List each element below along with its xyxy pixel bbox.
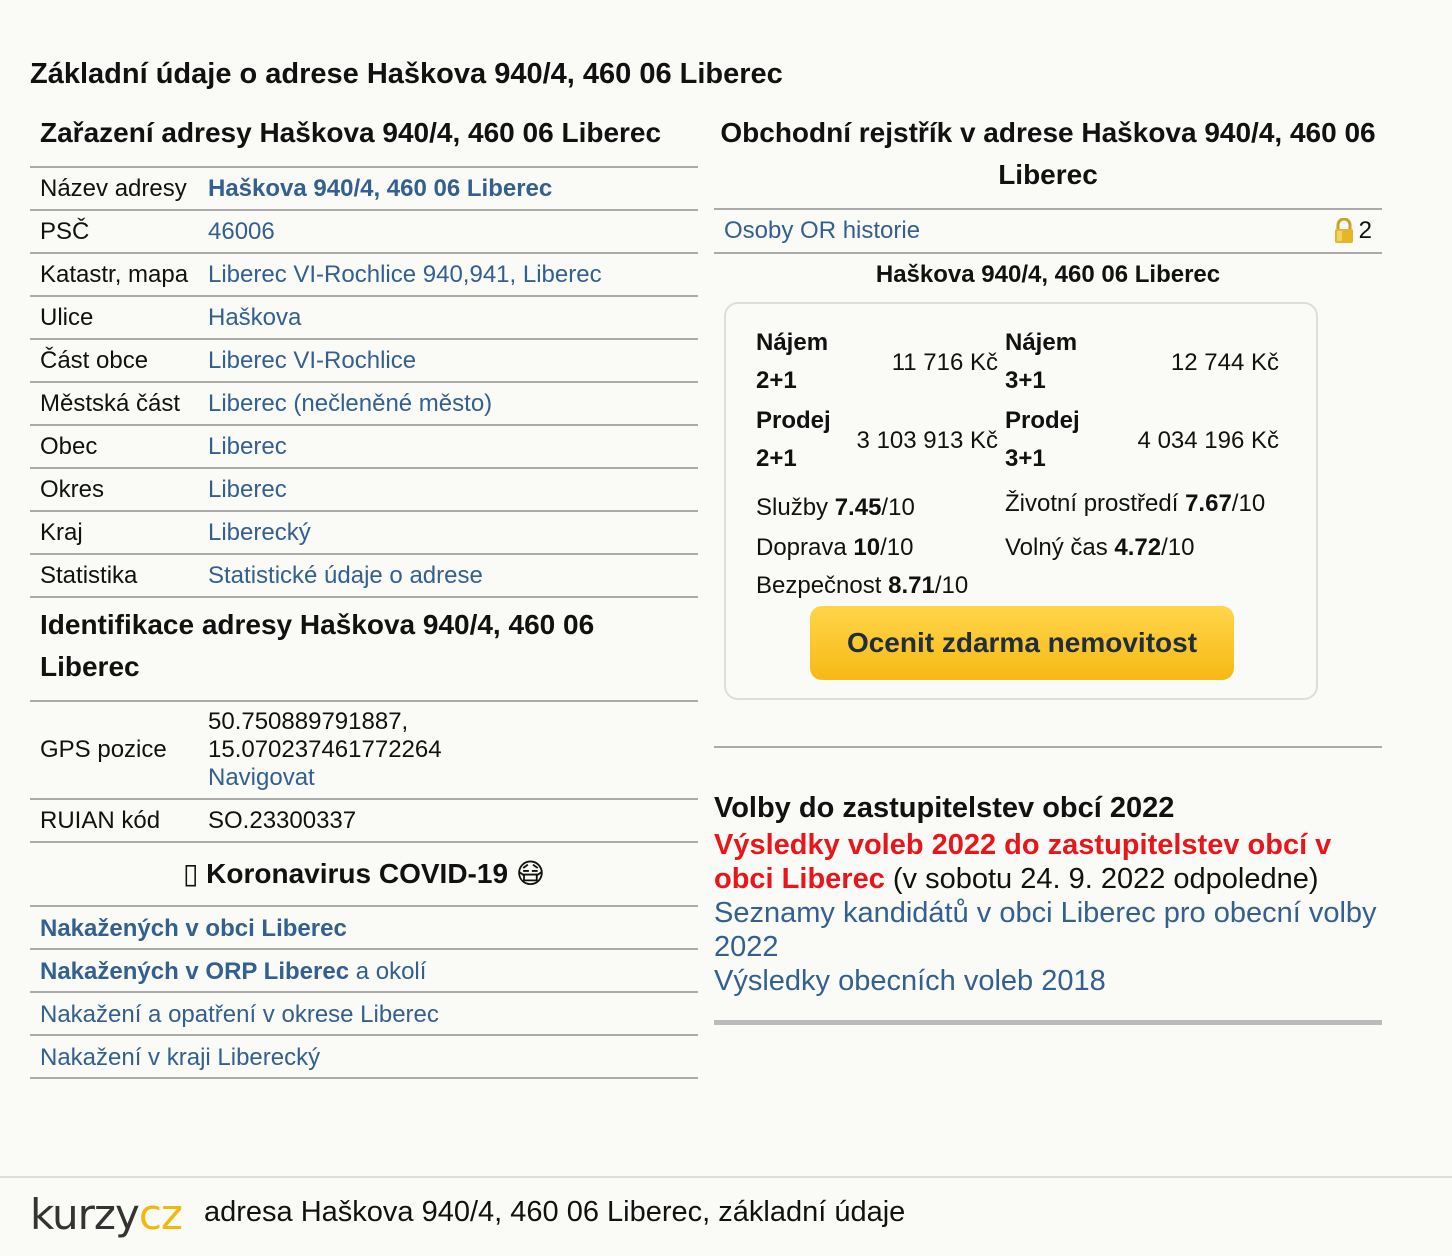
row-key: PSČ	[30, 209, 208, 253]
gps-lon: 15.070237461772264	[208, 736, 442, 763]
volby-2018-link[interactable]: Výsledky obecních voleb 2018	[714, 965, 1106, 997]
obchodni-title: Obchodní rejstřík v adrese Haškova 940/4…	[720, 117, 1376, 190]
row-key: Ulice	[30, 295, 208, 339]
volby-results: Výsledky voleb 2022 do zastupitelstev ob…	[714, 828, 1382, 896]
gps-key: GPS pozice	[30, 700, 208, 799]
prodej-31: Prodej 3+1	[1005, 402, 1080, 478]
covid-orp-link[interactable]: Nakažených v ORP Liberec	[40, 958, 349, 985]
kurzy-logo[interactable]: kurzycz	[30, 1190, 183, 1239]
najem-31-value: 12 744 Kč	[1170, 349, 1279, 376]
table-row: Městská část Liberec (nečleněné město)	[30, 381, 698, 425]
page-title: Základní údaje o adrese Haškova 940/4, 4…	[30, 58, 783, 90]
ocenit-button[interactable]: Ocenit zdarma nemovitost	[810, 606, 1234, 680]
cast-obce-link[interactable]: Liberec VI-Rochlice	[208, 347, 416, 374]
ruian-value: SO.23300337	[208, 798, 698, 843]
prodej-21-value: 3 103 913 Kč	[856, 427, 998, 454]
volby-note: (v sobotu 24. 9. 2022 odpoledne)	[884, 863, 1319, 895]
lock-badge[interactable]: 2	[1333, 217, 1372, 245]
row-key: Kraj	[30, 510, 208, 554]
footer: kurzycz adresa Haškova 940/4, 460 06 Lib…	[0, 1176, 1452, 1256]
gps-lat: 50.750889791887,	[208, 708, 409, 735]
price-box: Nájem 2+1 11 716 Kč Nájem 3+1 12 744 Kč …	[724, 302, 1318, 700]
lock-icon	[1334, 218, 1353, 243]
najem-21-value: 11 716 Kč	[891, 349, 998, 376]
footer-text: adresa Haškova 940/4, 460 06 Liberec, zá…	[204, 1196, 906, 1228]
mask-face-icon: 😷	[515, 857, 546, 890]
divider	[714, 1020, 1382, 1025]
right-column: Obchodní rejstřík v adrese Haškova 940/4…	[714, 112, 1382, 1025]
volby-section: Volby do zastupitelstev obcí 2022 Výsled…	[714, 788, 1382, 998]
row-key: Okres	[30, 467, 208, 511]
osoby-or-link[interactable]: Osoby OR historie	[724, 217, 920, 245]
or-address: Haškova 940/4, 460 06 Liberec	[875, 261, 1221, 288]
score-sluzby: Služby 7.45/10	[756, 494, 915, 521]
row-key: Statistika	[30, 553, 208, 598]
address-name-link[interactable]: Haškova 940/4, 460 06 Liberec	[208, 175, 552, 202]
table-row: GPS pozice 50.750889791887, 15.070237461…	[30, 700, 698, 799]
row-key: Obec	[30, 424, 208, 468]
price-label: Prodej	[1005, 407, 1080, 434]
table-row: Kraj Liberecký	[30, 510, 698, 554]
covid-title-text: Koronavirus COVID-19	[206, 858, 509, 889]
table-row: RUIAN kód SO.23300337	[30, 798, 698, 843]
table-row: Část obce Liberec VI-Rochlice	[30, 338, 698, 382]
price-label: 3+1	[1005, 367, 1046, 394]
table-row: Okres Liberec	[30, 467, 698, 511]
katastr-link[interactable]: Liberec VI-Rochlice 940,941, Liberec	[208, 261, 602, 288]
obec-link[interactable]: Liberec	[208, 433, 287, 460]
score-volny: Volný čas 4.72/10	[1005, 534, 1195, 561]
price-label: 3+1	[1005, 445, 1046, 472]
table-row: Katastr, mapa Liberec VI-Rochlice 940,94…	[30, 252, 698, 296]
mestska-cast-link[interactable]: Liberec (nečleněné město)	[208, 390, 492, 417]
score-bezpecnost: Bezpečnost 8.71/10	[756, 572, 969, 599]
covid-links: Nakažených v obci Liberec Nakažených v O…	[30, 905, 698, 1079]
covid-orp-rest-link[interactable]: a okolí	[349, 958, 427, 985]
list-item: Nakažených v obci Liberec	[30, 907, 698, 950]
table-row: Ulice Haškova	[30, 295, 698, 339]
ruian-key: RUIAN kód	[30, 798, 208, 843]
covid-okres-link[interactable]: Nakažení a opatření v okrese Liberec	[40, 1001, 439, 1028]
volby-title: Volby do zastupitelstev obcí 2022	[714, 792, 1175, 824]
row-key: Část obce	[30, 338, 208, 382]
identifikace-title: Identifikace adresy Haškova 940/4, 460 0…	[40, 609, 595, 682]
row-key: Městská část	[30, 381, 208, 425]
statistika-link[interactable]: Statistické údaje o adrese	[208, 562, 483, 589]
zarazeni-title: Zařazení adresy Haškova 940/4, 460 06 Li…	[40, 117, 662, 148]
divider	[714, 746, 1382, 748]
or-row: Osoby OR historie 2	[714, 208, 1382, 254]
covid-kraj-link[interactable]: Nakažení v kraji Liberecký	[40, 1044, 320, 1071]
covid-title: ▯ Koronavirus COVID-19 😷	[30, 843, 698, 905]
okres-link[interactable]: Liberec	[208, 476, 287, 503]
row-key: Katastr, mapa	[30, 252, 208, 296]
list-item: Nakažení a opatření v okrese Liberec	[30, 993, 698, 1036]
identifikace-table: GPS pozice 50.750889791887, 15.070237461…	[30, 700, 698, 843]
kandidati-link[interactable]: Seznamy kandidátů v obci Liberec pro obe…	[714, 897, 1377, 963]
score-doprava: Doprava 10/10	[756, 534, 914, 561]
prodej-31-value: 4 034 196 Kč	[1137, 427, 1279, 454]
left-column: Zařazení adresy Haškova 940/4, 460 06 Li…	[30, 112, 698, 1079]
table-row: Název adresy Haškova 940/4, 460 06 Liber…	[30, 166, 698, 210]
table-row: Obec Liberec	[30, 424, 698, 468]
najem-31: Nájem 3+1	[1005, 324, 1077, 400]
list-item: Nakažení v kraji Liberecký	[30, 1036, 698, 1079]
zarazeni-table: Název adresy Haškova 940/4, 460 06 Liber…	[30, 166, 698, 598]
lock-count: 2	[1358, 217, 1372, 244]
list-item: Nakažených v ORP Liberec a okolí	[30, 950, 698, 993]
price-label: Nájem	[1005, 329, 1078, 356]
placeholder-glyph-icon: ▯	[182, 858, 199, 889]
table-row: PSČ 46006	[30, 209, 698, 253]
row-key: Název adresy	[30, 166, 208, 210]
table-row: Statistika Statistické údaje o adrese	[30, 553, 698, 598]
psc-link[interactable]: 46006	[208, 218, 275, 245]
ulice-link[interactable]: Haškova	[208, 304, 301, 331]
kraj-link[interactable]: Liberecký	[208, 519, 311, 546]
navigate-link[interactable]: Navigovat	[208, 764, 315, 791]
score-zivotni: Životní prostředí 7.67/10	[1005, 490, 1266, 517]
covid-obec-link[interactable]: Nakažených v obci Liberec	[40, 915, 347, 942]
